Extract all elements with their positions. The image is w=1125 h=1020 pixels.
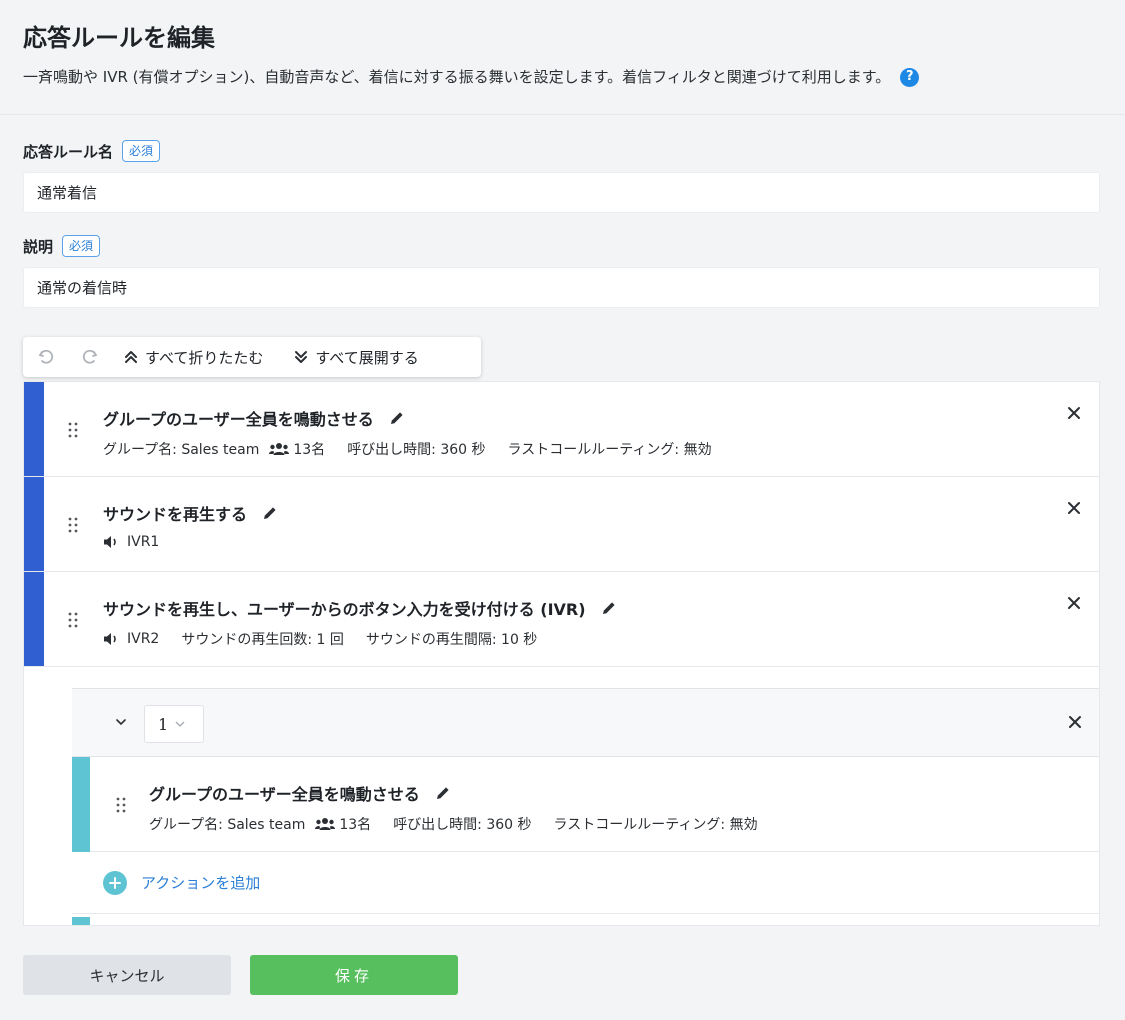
collapse-all-button[interactable]: すべて折りたたむ (123, 347, 263, 368)
action-card[interactable]: グループのユーザー全員を鳴動させる グループ名: Sales team 13名 … (24, 382, 1099, 477)
rule-name-label: 応答ルール名 (23, 142, 114, 161)
expand-all-label: すべて展開する (315, 348, 419, 367)
branch-stripe (72, 917, 90, 925)
double-chevron-down-icon (295, 351, 308, 363)
play-count: サウンドの再生回数: 1 回 (181, 632, 344, 648)
action-meta: グループ名: Sales team 13名 呼び出し時間: 360 秒 ラストコ… (103, 439, 712, 459)
description-input[interactable]: 通常の着信時 (23, 267, 1100, 308)
drag-handle-icon[interactable] (68, 612, 78, 628)
rule-name-field: 応答ルール名 必須 通常着信 (0, 139, 1125, 213)
pencil-icon[interactable] (261, 504, 279, 522)
action-title: サウンドを再生する (103, 501, 279, 525)
form-footer: キャンセル 保存 (23, 955, 458, 995)
redo-icon[interactable] (79, 346, 101, 368)
chevron-down-icon[interactable] (114, 715, 128, 729)
group-name: グループ名: Sales team (149, 817, 306, 833)
action-title: サウンドを再生し、ユーザーからのボタン入力を受け付ける (IVR) (103, 596, 618, 620)
ring-time: 呼び出し時間: 360 秒 (393, 817, 532, 833)
users-icon (269, 443, 290, 455)
drag-handle-icon[interactable] (68, 422, 78, 438)
drag-handle-icon[interactable] (68, 517, 78, 533)
action-card[interactable]: サウンドを再生する IVR1 (24, 477, 1099, 572)
action-stripe (24, 477, 44, 571)
action-meta: IVR1 (103, 534, 159, 550)
action-meta: グループ名: Sales team 13名 呼び出し時間: 360 秒 ラストコ… (149, 814, 758, 834)
action-title-text: グループのユーザー全員を鳴動させる (103, 410, 374, 429)
description-text: 一斉鳴動や IVR (有償オプション)、自動音声など、着信に対する振る舞いを設定… (23, 68, 891, 86)
action-meta: IVR2 サウンドの再生回数: 1 回 サウンドの再生間隔: 10 秒 (103, 629, 537, 649)
close-icon[interactable] (1067, 406, 1081, 420)
action-stripe (24, 572, 44, 666)
description-field: 説明 必須 通常の着信時 (0, 234, 1125, 308)
chevron-down-icon (175, 721, 185, 727)
group-name: グループ名: Sales team (103, 442, 260, 458)
action-title-text: サウンドを再生し、ユーザーからのボタン入力を受け付ける (IVR) (103, 600, 586, 619)
close-icon[interactable] (1067, 596, 1081, 610)
expand-all-button[interactable]: すべて展開する (293, 347, 419, 368)
speaker-icon (104, 536, 116, 548)
action-title-text: グループのユーザー全員を鳴動させる (149, 785, 420, 804)
action-title: グループのユーザー全員を鳴動させる (103, 406, 406, 430)
pencil-icon[interactable] (434, 784, 452, 802)
member-count: 13名 (339, 817, 372, 833)
ring-time: 呼び出し時間: 360 秒 (347, 442, 486, 458)
action-title: グループのユーザー全員を鳴動させる (149, 781, 452, 805)
close-icon[interactable] (1067, 501, 1081, 515)
ivr-branch: 1 グループのユーザー全員を鳴動させる グループ名: Sales team 13… (72, 688, 1099, 925)
branch-key-value: 1 (158, 714, 169, 734)
action-card[interactable]: サウンドを再生し、ユーザーからのボタン入力を受け付ける (IVR) IVR2 サ… (24, 572, 1099, 667)
page-description: 一斉鳴動や IVR (有償オプション)、自動音声など、着信に対する振る舞いを設定… (23, 66, 1102, 88)
users-icon (315, 818, 336, 830)
description-label: 説明 (23, 237, 54, 256)
play-interval: サウンドの再生間隔: 10 秒 (365, 632, 538, 648)
save-button[interactable]: 保存 (250, 955, 458, 995)
speaker-icon (104, 633, 116, 645)
drag-handle-icon[interactable] (116, 797, 126, 813)
member-count: 13名 (293, 442, 326, 458)
branch-stripe (72, 757, 90, 852)
close-icon[interactable] (1068, 715, 1082, 729)
plus-circle-icon (103, 870, 127, 895)
sound-name: IVR2 (127, 631, 160, 647)
sound-name: IVR1 (127, 534, 160, 550)
action-title-text: サウンドを再生する (103, 505, 248, 524)
help-icon[interactable]: ? (900, 67, 920, 87)
required-badge: 必須 (62, 235, 101, 257)
page-title: 応答ルールを編集 (23, 24, 215, 52)
flow-toolbar: すべて折りたたむ すべて展開する (23, 337, 481, 377)
last-call-routing: ラストコールルーティング: 無効 (553, 817, 758, 833)
undo-icon[interactable] (35, 346, 57, 368)
collapse-all-label: すべて折りたたむ (145, 348, 264, 367)
last-call-routing: ラストコールルーティング: 無効 (507, 442, 712, 458)
action-stripe (24, 382, 44, 476)
page-header: 応答ルールを編集 一斉鳴動や IVR (有償オプション)、自動音声など、着信に対… (0, 0, 1125, 115)
pencil-icon[interactable] (600, 599, 618, 617)
branch-header: 1 (72, 688, 1099, 757)
cancel-button[interactable]: キャンセル (23, 955, 231, 995)
pencil-icon[interactable] (388, 409, 406, 427)
required-badge: 必須 (122, 140, 161, 162)
rule-name-input[interactable]: 通常着信 (23, 172, 1100, 213)
add-action-label: アクションを追加 (141, 874, 261, 892)
double-chevron-up-icon (125, 351, 137, 363)
add-action-button[interactable]: アクションを追加 (72, 852, 1099, 914)
branch-action-card[interactable]: グループのユーザー全員を鳴動させる グループ名: Sales team 13名 … (72, 757, 1099, 852)
branch-key-select[interactable]: 1 (144, 705, 204, 743)
action-flow: グループのユーザー全員を鳴動させる グループ名: Sales team 13名 … (23, 381, 1100, 926)
